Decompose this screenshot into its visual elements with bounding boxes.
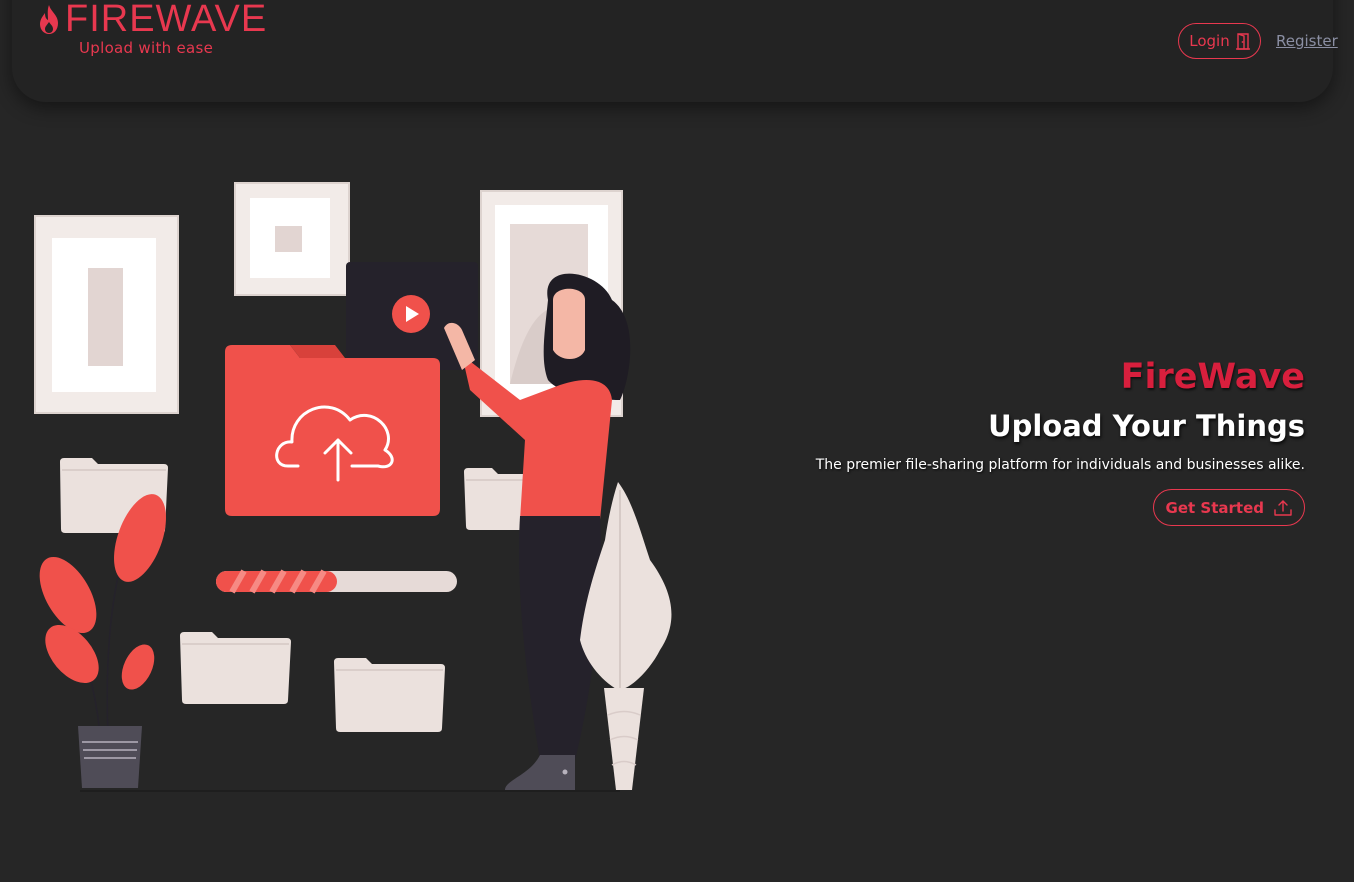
wall-frame-left <box>34 215 179 414</box>
upload-icon <box>1274 499 1292 516</box>
register-link[interactable]: Register <box>1276 32 1338 50</box>
brand-logo[interactable]: FIREWAVE Upload with ease <box>36 0 276 60</box>
top-navbar: FIREWAVE Upload with ease Login Register <box>12 0 1338 102</box>
login-label: Login <box>1189 32 1230 50</box>
hero-brand: FireWave <box>1120 357 1305 397</box>
upload-illustration <box>34 182 672 792</box>
brand-tagline: Upload with ease <box>79 39 214 57</box>
hero-title: Upload Your Things <box>988 409 1305 443</box>
brand-name: FIREWAVE <box>65 0 268 40</box>
hero-subtitle: The premier file-sharing platform for in… <box>815 457 1305 473</box>
hero-section: FireWave Upload Your Things The premier … <box>745 355 1305 526</box>
get-started-label: Get Started <box>1165 498 1264 517</box>
get-started-button[interactable]: Get Started <box>1152 489 1305 526</box>
upload-folder <box>225 345 440 516</box>
door-icon <box>1235 32 1250 50</box>
login-button[interactable]: Login <box>1178 23 1261 59</box>
wall-frame-top <box>234 182 350 296</box>
upload-progress-bar <box>216 569 457 594</box>
flame-icon <box>40 5 58 34</box>
